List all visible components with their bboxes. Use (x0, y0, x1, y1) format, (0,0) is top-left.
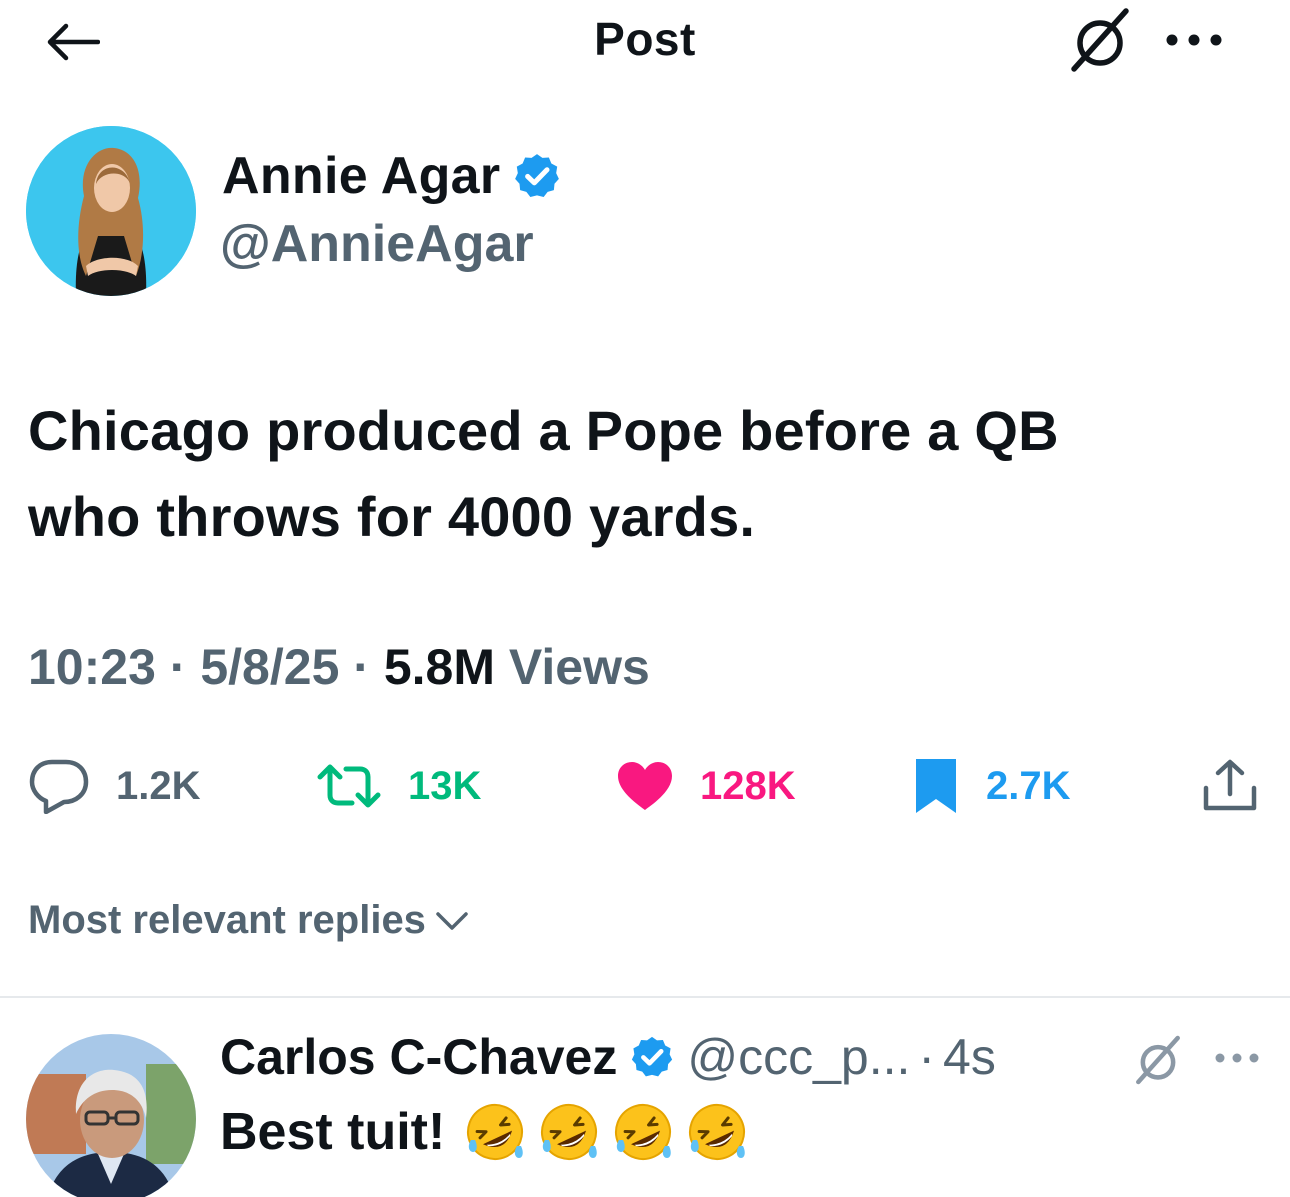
rofl-emoji-icon (615, 1104, 672, 1160)
heart-icon (618, 762, 672, 810)
reply-grok-button[interactable] (1130, 1034, 1186, 1086)
top-bar: Post (0, 0, 1290, 84)
grok-button[interactable] (1064, 6, 1136, 74)
share-button[interactable] (1200, 748, 1260, 824)
reply-header: Carlos C-Chavez @ccc_p... · 4s (220, 1028, 996, 1086)
repost-count: 13K (408, 763, 482, 808)
bookmark-icon (916, 759, 956, 813)
repost-icon (317, 764, 381, 808)
share-icon (1203, 759, 1257, 811)
divider (0, 996, 1290, 998)
emoji-row (463, 1100, 749, 1164)
bookmark-count: 2.7K (986, 763, 1071, 808)
reply-time[interactable]: 4s (943, 1028, 996, 1086)
author-avatar[interactable] (26, 126, 196, 296)
author-name-row: Annie Agar (222, 146, 562, 206)
meta-separator: · (169, 639, 187, 695)
more-horizontal-icon (1215, 1053, 1259, 1063)
like-button[interactable]: 128K (616, 748, 796, 824)
reply-author-avatar[interactable] (26, 1034, 196, 1197)
post-meta: 10:23 · 5/8/25 · 5.8M Views (28, 638, 650, 696)
post-text-line: Chicago produced a Pope before a QB (28, 399, 1059, 462)
post-time[interactable]: 10:23 (28, 639, 156, 695)
reply-author-name[interactable]: Carlos C-Chavez (220, 1028, 617, 1086)
action-bar: 1.2K 13K 128K 2.7K (0, 748, 1290, 824)
reply-button[interactable]: 1.2K (28, 748, 201, 824)
more-options-button[interactable] (1162, 22, 1226, 58)
more-horizontal-icon (1166, 34, 1222, 46)
chevron-down-icon (436, 911, 468, 930)
like-count: 128K (700, 763, 796, 808)
author-name[interactable]: Annie Agar (222, 146, 500, 206)
reply-author-handle[interactable]: @ccc_p... (687, 1028, 910, 1086)
post-text-line: who throws for 4000 yards. (28, 485, 756, 548)
bookmark-button[interactable]: 2.7K (912, 748, 1071, 824)
rofl-emoji-icon (467, 1104, 524, 1160)
reply-count: 1.2K (116, 763, 201, 808)
author-handle[interactable]: @AnnieAgar (220, 214, 534, 274)
comment-icon (29, 759, 89, 814)
repost-button[interactable]: 13K (316, 748, 481, 824)
meta-separator: · (353, 639, 370, 695)
replies-sort-label: Most relevant replies (28, 898, 426, 942)
grok-icon (1136, 1035, 1180, 1085)
post-text: Chicago produced a Pope before a QB who … (28, 388, 1248, 560)
reply-separator: · (918, 1029, 936, 1085)
rofl-emoji-icon (689, 1104, 746, 1160)
reply-text-content: Best tuit! (220, 1103, 446, 1161)
post-date[interactable]: 5/8/25 (200, 639, 339, 695)
reply-text: Best tuit! (220, 1100, 749, 1164)
verified-badge-icon (515, 154, 560, 198)
replies-sort-dropdown[interactable]: Most relevant replies (28, 898, 470, 943)
views-count[interactable]: 5.8M (384, 639, 495, 695)
verified-badge-icon (632, 1036, 673, 1077)
rofl-emoji-icon (541, 1104, 598, 1160)
views-label: Views (508, 639, 650, 695)
reply-more-button[interactable] (1212, 1046, 1262, 1070)
grok-icon (1071, 8, 1129, 72)
